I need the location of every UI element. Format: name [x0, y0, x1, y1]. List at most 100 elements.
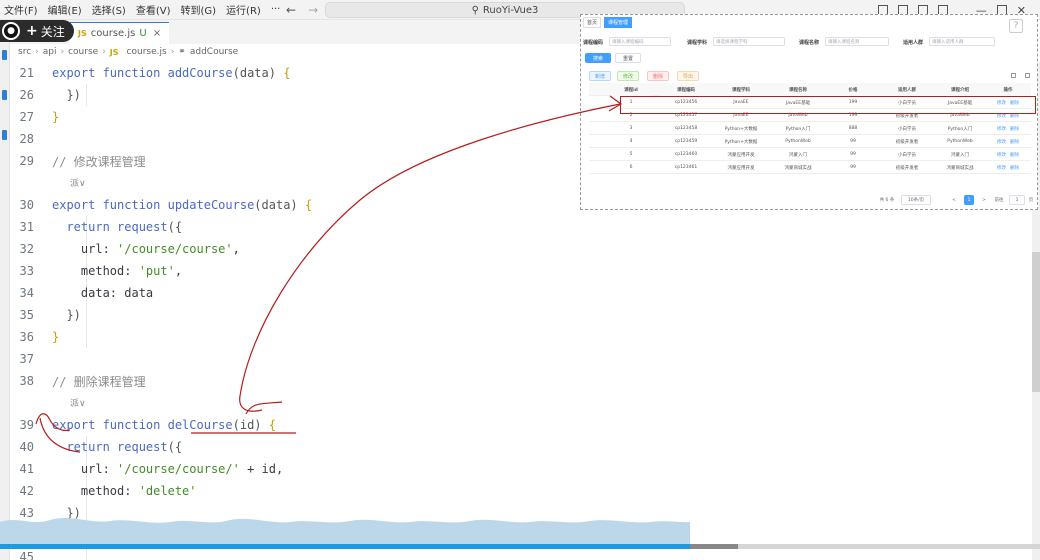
menu-run[interactable]: 运行(R): [226, 2, 261, 17]
delete-button[interactable]: 删除: [647, 71, 669, 81]
filter-input[interactable]: 请输入课程名称: [825, 37, 889, 46]
row-edit-link[interactable]: 修改: [997, 152, 1006, 158]
table-row[interactable]: 6 cp123461 鸿蒙应用开发 鸿蒙商城实战 99 初级开发者 鸿蒙商城实战 修改 删除: [589, 161, 1031, 174]
toggle-search-icon[interactable]: [1011, 73, 1016, 78]
pagination: 共 6 条 10条/页 < 1 > 前往 1 页: [581, 195, 1037, 207]
column-header: 课程名称: [769, 83, 827, 96]
filter-input[interactable]: 请输入适用人群: [929, 37, 995, 46]
line-number: 45: [19, 550, 34, 560]
tab-course-js[interactable]: JS course.js U ×: [70, 22, 170, 44]
table-cell: Python入门: [785, 126, 811, 132]
filter-label: 适用人群: [903, 40, 924, 46]
page-number[interactable]: 1: [964, 195, 974, 205]
tab-status-badge: U: [139, 28, 147, 39]
breadcrumb-symbol[interactable]: addCourse: [190, 47, 238, 57]
menu-edit[interactable]: 编辑(E): [48, 2, 82, 17]
code-line-37: 37: [10, 348, 52, 370]
breadcrumb-file[interactable]: course.js: [127, 47, 167, 57]
menu-more[interactable]: ···: [271, 4, 281, 15]
goto-input[interactable]: 1: [1009, 195, 1025, 205]
line-number: 28: [19, 132, 34, 146]
row-checkbox[interactable]: [589, 109, 605, 122]
menu-goto[interactable]: 转到(G): [181, 2, 217, 17]
codelens-hint[interactable]: 派∨: [70, 396, 86, 409]
row-delete-link[interactable]: 删除: [1010, 139, 1019, 145]
function-symbol-icon: ⚭: [178, 47, 186, 57]
row-edit-link[interactable]: 修改: [997, 165, 1006, 171]
line-number: 32: [19, 242, 34, 256]
row-edit-link[interactable]: 修改: [997, 139, 1006, 145]
line-number: 41: [19, 462, 34, 476]
table-row[interactable]: 5 cp123460 鸿蒙应用开发 鸿蒙入门 99 小白学员 鸿蒙入门 修改 删除: [589, 148, 1031, 161]
table-cell: PythonWeb: [947, 139, 973, 144]
row-checkbox[interactable]: [589, 122, 605, 135]
line-number: 37: [19, 352, 34, 366]
table-cell: 鸿蒙应用开发: [727, 152, 755, 158]
search-view-icon[interactable]: [2, 90, 7, 100]
help-icon[interactable]: ?: [1009, 19, 1023, 33]
codelens-hint[interactable]: 派∨: [70, 176, 86, 189]
column-header: 课程学科: [713, 83, 769, 96]
scrollbar-thumb[interactable]: [1032, 252, 1040, 392]
code-line-26: 26 }): [10, 84, 81, 106]
table-cell: 99: [850, 139, 856, 144]
column-header: 课程id: [611, 83, 651, 96]
row-delete-link[interactable]: 删除: [1010, 152, 1019, 158]
row-delete-link[interactable]: 删除: [1010, 126, 1019, 132]
table-cell: 鸿蒙商城实战: [946, 165, 974, 171]
tab-course-manage[interactable]: 课程管理: [604, 17, 633, 28]
line-number: 27: [19, 110, 34, 124]
select-all-checkbox[interactable]: [589, 83, 605, 96]
tab-home[interactable]: 首页: [583, 17, 602, 28]
breadcrumb-course[interactable]: course: [68, 47, 98, 57]
menu-file[interactable]: 文件(F): [4, 2, 38, 17]
table-cell: Python入门: [947, 126, 973, 132]
code-line-29: 29 // 修改课程管理: [10, 150, 146, 172]
code-line-42: 42 method: 'delete': [10, 480, 197, 502]
next-page-button[interactable]: >: [979, 195, 989, 205]
plus-icon: +: [26, 23, 38, 39]
menu-view[interactable]: 查看(V): [136, 2, 171, 17]
row-edit-link[interactable]: 修改: [997, 126, 1006, 132]
source-control-icon[interactable]: [2, 130, 7, 140]
chevron-right-icon: ›: [35, 47, 39, 57]
forward-arrow-icon[interactable]: →: [308, 3, 318, 17]
filter-input[interactable]: 请输入课程编码: [609, 37, 671, 46]
table-row[interactable]: 3 cp123458 Python+大数据 Python入门 888 小白学员 Python…: [589, 122, 1031, 135]
page-unit-label: 页: [1028, 198, 1034, 203]
row-actions: 修改 删除: [985, 122, 1031, 135]
back-arrow-icon[interactable]: ←: [286, 3, 296, 17]
line-number: 21: [19, 66, 34, 80]
row-checkbox[interactable]: [589, 96, 605, 109]
add-button[interactable]: 新增: [589, 71, 611, 81]
close-icon[interactable]: ×: [153, 28, 161, 39]
explorer-icon[interactable]: [2, 50, 7, 60]
page-size-select[interactable]: 10条/页: [901, 195, 931, 205]
breadcrumb-src[interactable]: src: [18, 47, 31, 57]
edit-button[interactable]: 修改: [617, 71, 639, 81]
refresh-icon[interactable]: [1025, 73, 1030, 78]
table-cell: 鸿蒙入门: [789, 152, 807, 158]
prev-page-button[interactable]: <: [949, 195, 959, 205]
page-tabs: 首页 课程管理: [583, 17, 633, 28]
line-number: 38: [19, 374, 34, 388]
row-checkbox[interactable]: [589, 161, 605, 174]
chevron-right-icon: ›: [102, 47, 106, 57]
row-actions: 修改 删除: [985, 135, 1031, 148]
export-button[interactable]: 导出: [677, 71, 699, 81]
row-checkbox[interactable]: [589, 135, 605, 148]
row-checkbox[interactable]: [589, 148, 605, 161]
search-button[interactable]: 搜索: [585, 53, 611, 63]
table-row[interactable]: 4 cp123459 Python+大数据 PythonWeb 99 初级开发者 Pytho…: [589, 135, 1031, 148]
table-cell: 鸿蒙商城实战: [784, 165, 812, 171]
reset-button[interactable]: 重置: [615, 53, 641, 63]
row-delete-link[interactable]: 删除: [1010, 165, 1019, 171]
line-number: 42: [19, 484, 34, 498]
code-line-33: 33 method: 'put',: [10, 260, 183, 282]
menu-selection[interactable]: 选择(S): [92, 2, 126, 17]
table-cell: 小白学员: [898, 126, 916, 132]
breadcrumb-api[interactable]: api: [43, 47, 57, 57]
filter-select[interactable]: 请选择课程学科: [713, 37, 785, 46]
follow-button[interactable]: ● + 关注: [0, 20, 74, 42]
activity-bar: [0, 20, 10, 560]
